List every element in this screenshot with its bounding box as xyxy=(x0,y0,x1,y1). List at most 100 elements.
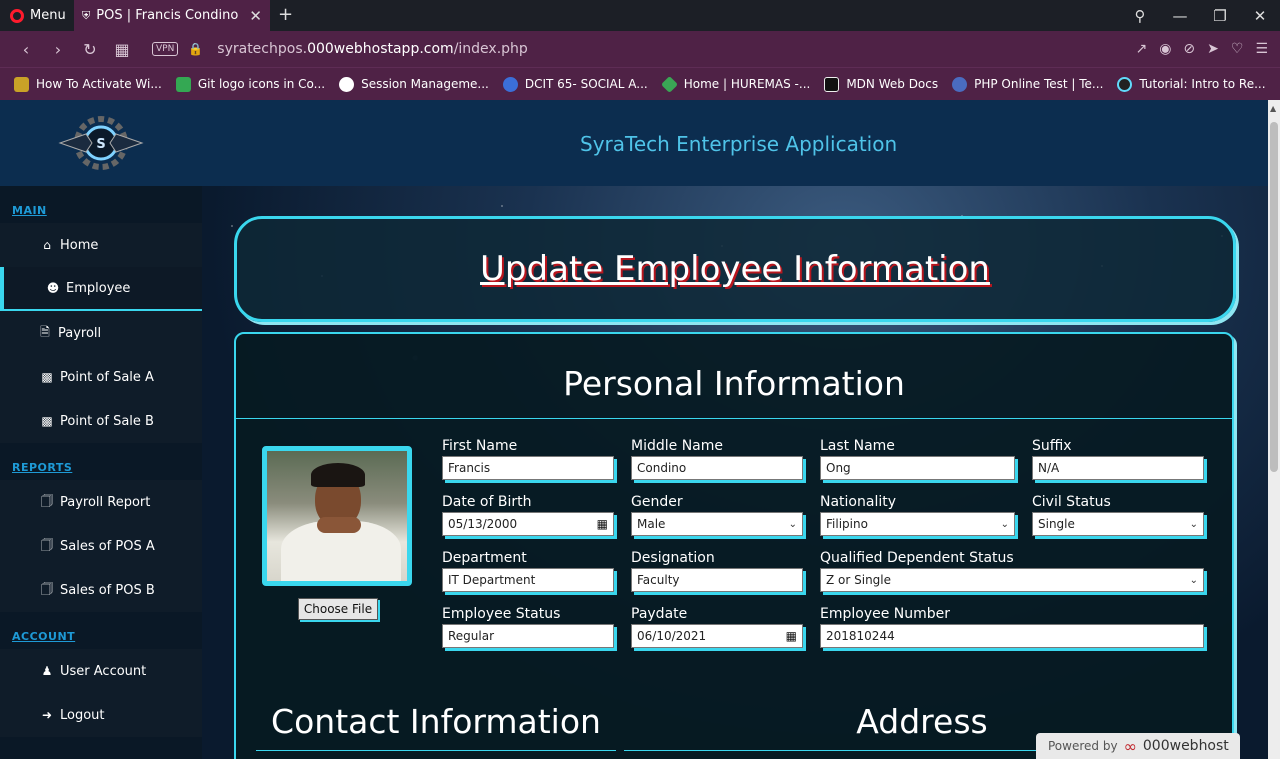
easy-setup-icon[interactable]: ☰ xyxy=(1255,41,1268,57)
bookmark-favicon-icon xyxy=(502,76,518,92)
sidebar-item-label: Payroll xyxy=(58,325,102,341)
last-name-label: Last Name xyxy=(820,438,895,454)
qualified-dependent-select[interactable]: Z or Single ⌄ xyxy=(820,568,1204,592)
sidebar-item-sales-pos-a[interactable]: 🗍 Sales of POS A xyxy=(0,524,202,568)
choose-file-button[interactable]: Choose File xyxy=(298,598,378,620)
page-title: Update Employee Information xyxy=(480,249,990,289)
user-circle-icon: ☻ xyxy=(46,281,60,295)
last-name-input[interactable]: Ong xyxy=(820,456,1015,480)
lock-icon[interactable]: 🔒 xyxy=(188,42,203,56)
bookmark-item[interactable]: How To Activate Wi... xyxy=(14,76,162,92)
middle-name-input[interactable]: Condino xyxy=(631,456,803,480)
url-host: 000webhostapp.com xyxy=(307,41,454,57)
employee-status-value: Regular xyxy=(448,629,495,643)
heart-icon[interactable]: ♡ xyxy=(1231,41,1244,57)
tab-close-icon[interactable]: ✕ xyxy=(249,7,262,25)
bookmark-item[interactable]: Git logo icons in Co... xyxy=(175,76,326,92)
browser-tab[interactable]: ⛨ POS | Francis Condino Ong ✕ xyxy=(74,0,270,31)
civil-status-label: Civil Status xyxy=(1032,494,1111,510)
minimize-icon[interactable]: — xyxy=(1160,7,1200,25)
sidebar-section-reports[interactable]: REPORTS xyxy=(0,461,202,474)
sidebar-item-employee[interactable]: ☻ Employee xyxy=(0,267,202,311)
nationality-select[interactable]: Filipino ⌄ xyxy=(820,512,1015,536)
first-name-value: Francis xyxy=(448,461,491,475)
bookmark-favicon-icon xyxy=(175,76,191,92)
speed-dial-icon[interactable]: ▦ xyxy=(106,40,138,59)
sidebar-item-payroll[interactable]: 🗎 Payroll xyxy=(0,311,202,355)
sidebar-section-account[interactable]: ACCOUNT xyxy=(0,630,202,643)
sidebar-item-payroll-report[interactable]: 🗍 Payroll Report xyxy=(0,480,202,524)
camera-icon[interactable]: ◉ xyxy=(1159,41,1171,57)
sidebar-item-sales-pos-b[interactable]: 🗍 Sales of POS B xyxy=(0,568,202,612)
bookmark-item[interactable]: Home | HUREMAS -... xyxy=(660,75,810,93)
sidebar-section-main[interactable]: MAIN xyxy=(0,204,202,217)
menu-label: Menu xyxy=(30,8,66,23)
chevron-down-icon: ⌄ xyxy=(1189,574,1198,586)
suffix-input[interactable]: N/A xyxy=(1032,456,1204,480)
powered-by-badge[interactable]: Powered by ∞ 000webhost xyxy=(1036,733,1240,759)
bookmark-favicon-icon xyxy=(824,76,840,92)
bookmark-item[interactable]: Session Manageme... xyxy=(339,76,489,92)
share-icon[interactable]: ↗ xyxy=(1135,41,1147,57)
reload-icon[interactable]: ↻ xyxy=(74,40,106,59)
calendar-icon[interactable]: ▦ xyxy=(597,517,608,531)
tab-search-icon[interactable]: ⚲ xyxy=(1120,7,1160,25)
dob-label: Date of Birth xyxy=(442,494,532,510)
sidebar-item-label: User Account xyxy=(60,663,147,679)
scroll-up-icon[interactable]: ▲ xyxy=(1270,104,1276,113)
bookmark-item[interactable]: DCIT 65- SOCIAL A... xyxy=(502,76,648,92)
forward-icon[interactable]: › xyxy=(42,40,74,59)
paydate-date-input[interactable]: 06/10/2021 ▦ xyxy=(631,624,803,648)
browser-menu-button[interactable]: Menu xyxy=(0,0,78,31)
calendar-icon[interactable]: ▦ xyxy=(786,629,797,643)
back-icon[interactable]: ‹ xyxy=(10,40,42,59)
suffix-group: Suffix N/A xyxy=(1032,438,1204,480)
civil-status-select[interactable]: Single ⌄ xyxy=(1032,512,1204,536)
designation-label: Designation xyxy=(631,550,715,566)
bookmark-favicon-icon xyxy=(660,75,678,93)
syratech-logo: S xyxy=(58,116,144,170)
first-name-input[interactable]: Francis xyxy=(442,456,614,480)
qualified-dependent-value: Z or Single xyxy=(826,573,892,587)
bookmark-item[interactable]: MDN Web Docs xyxy=(824,76,938,92)
employee-number-input[interactable]: 201810244 xyxy=(820,624,1204,648)
chevron-down-icon: ⌄ xyxy=(1189,518,1198,530)
bookmark-label: Git logo icons in Co... xyxy=(197,77,326,91)
send-icon[interactable]: ➤ xyxy=(1207,41,1219,57)
new-tab-icon[interactable]: + xyxy=(278,4,293,25)
page-scrollbar[interactable]: ▲ xyxy=(1268,100,1280,759)
url-prefix: syratechpos. xyxy=(217,41,308,57)
adblock-icon[interactable]: ⊘ xyxy=(1183,41,1195,57)
restore-icon[interactable]: ❐ xyxy=(1200,7,1240,25)
vpn-badge[interactable]: VPN xyxy=(152,42,179,56)
title-card: Update Employee Information xyxy=(234,216,1236,322)
bookmark-item[interactable]: Tutorial: Intro to Re... xyxy=(1117,76,1266,92)
department-input[interactable]: IT Department xyxy=(442,568,614,592)
bookmark-label: Session Manageme... xyxy=(361,77,489,91)
dob-date-input[interactable]: 05/13/2000 ▦ xyxy=(442,512,614,536)
window-close-icon[interactable]: ✕ xyxy=(1240,7,1280,25)
bookmark-item[interactable]: PHP Online Test | Te... xyxy=(952,76,1103,92)
scrollbar-thumb[interactable] xyxy=(1270,122,1278,472)
designation-value: Faculty xyxy=(637,573,680,587)
employee-status-group: Employee Status Regular xyxy=(442,606,614,648)
gender-select[interactable]: Male ⌄ xyxy=(631,512,803,536)
employee-status-input[interactable]: Regular xyxy=(442,624,614,648)
webhost-logo-icon: ∞ xyxy=(1123,736,1137,756)
middle-name-value: Condino xyxy=(637,461,687,475)
sidebar-item-logout[interactable]: ➜ Logout xyxy=(0,693,202,737)
users-icon: ♟ xyxy=(41,664,53,678)
sidebar-item-user-account[interactable]: ♟ User Account xyxy=(0,649,202,693)
sidebar-item-pos-b[interactable]: ▩ Point of Sale B xyxy=(0,399,202,443)
designation-input[interactable]: Faculty xyxy=(631,568,803,592)
sidebar-item-label: Home xyxy=(60,237,99,253)
nationality-label: Nationality xyxy=(820,494,897,510)
url-field[interactable]: syratechpos.000webhostapp.com/index.php xyxy=(217,41,528,57)
sidebar-item-home[interactable]: ⌂ Home xyxy=(0,223,202,267)
bookmark-favicon-icon xyxy=(952,76,968,92)
bookmark-favicon-icon xyxy=(1117,76,1133,92)
sidebar-item-pos-a[interactable]: ▩ Point of Sale A xyxy=(0,355,202,399)
gender-label: Gender xyxy=(631,494,683,510)
employee-number-value: 201810244 xyxy=(826,629,895,643)
dob-value: 05/13/2000 xyxy=(448,517,518,531)
